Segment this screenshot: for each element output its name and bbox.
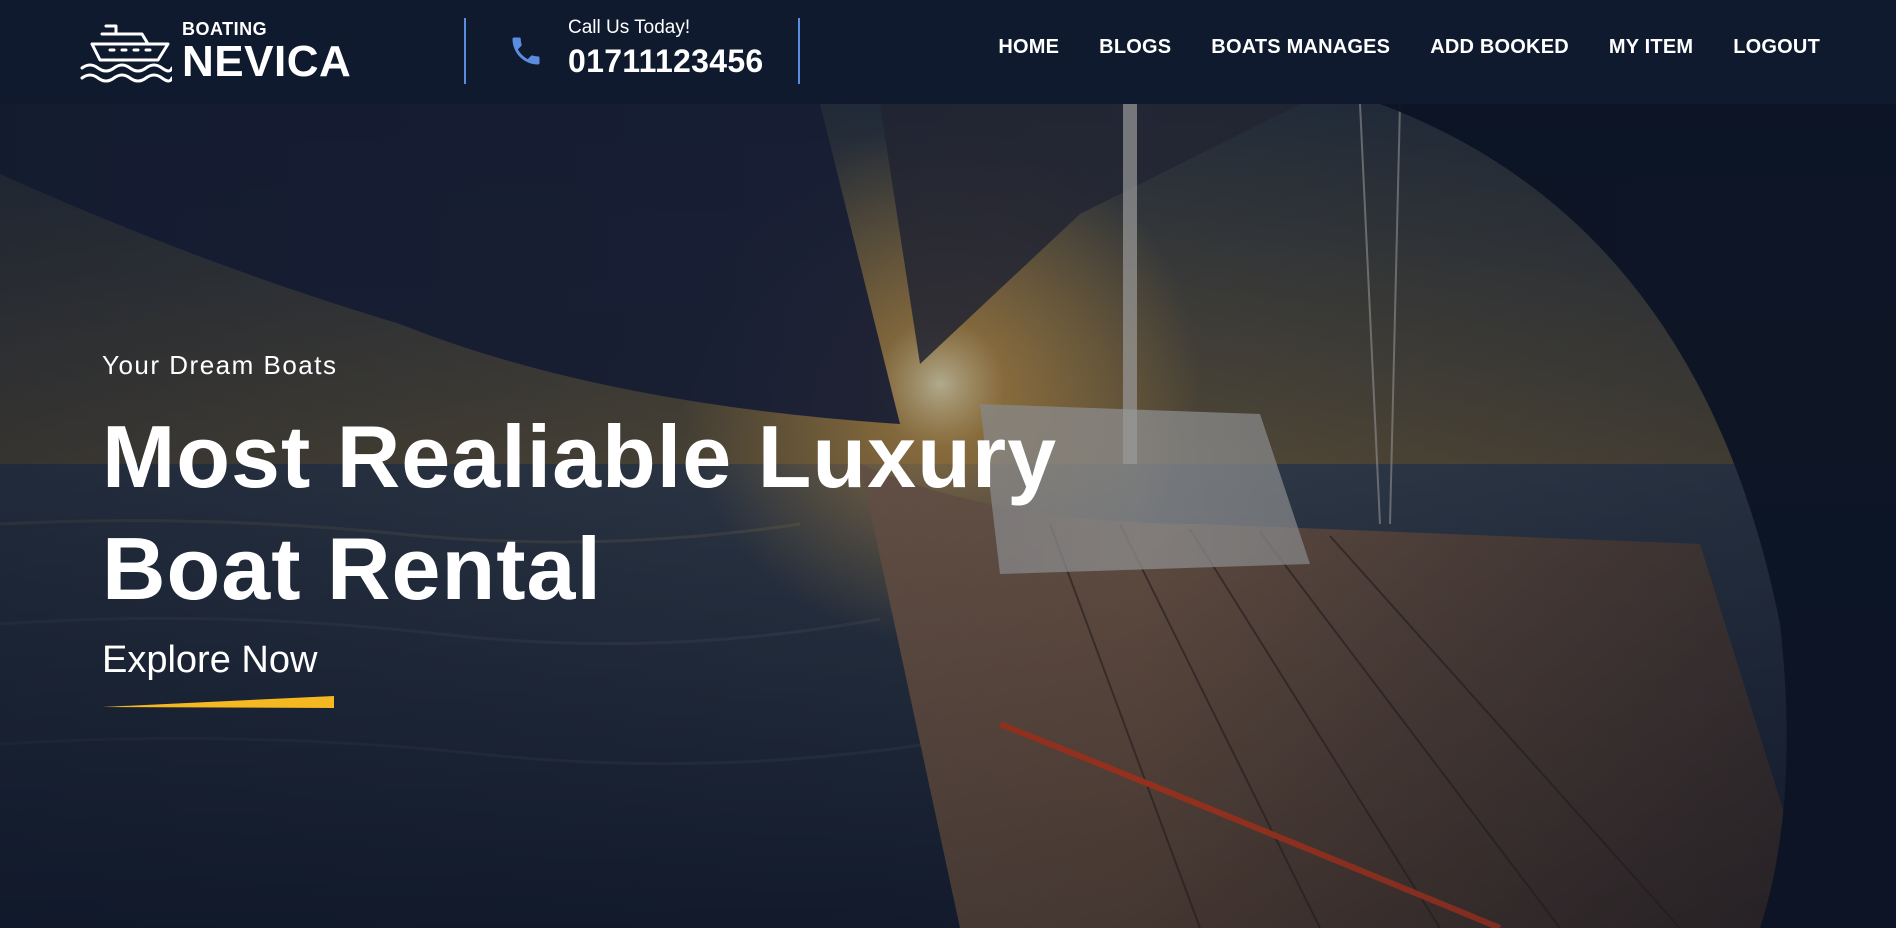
hero-title: Most Realiable Luxury Boat Rental <box>102 401 1202 625</box>
hero-title-line-2: Boat Rental <box>102 519 602 618</box>
brand-name: NEVICA <box>182 37 352 86</box>
brand-logo[interactable]: BOATING NEVICA <box>80 20 351 84</box>
brand-tagline: BOATING <box>182 19 268 39</box>
brand-text: BOATING NEVICA <box>182 20 351 84</box>
nav-boats-manages[interactable]: BOATS MANAGES <box>1211 36 1390 59</box>
ship-waves-icon <box>80 24 172 83</box>
top-navbar: BOATING NEVICA Call Us Today! 0171112345… <box>0 0 1896 104</box>
nav-home[interactable]: HOME <box>998 36 1059 59</box>
main-nav: HOME BLOGS BOATS MANAGES ADD BOOKED MY I… <box>998 36 1820 59</box>
header-divider <box>464 18 466 84</box>
contact-label: Call Us Today! <box>568 17 691 38</box>
nav-logout[interactable]: LOGOUT <box>1733 36 1820 59</box>
header-divider <box>798 18 800 84</box>
contact-phone[interactable]: 01711123456 <box>568 45 764 77</box>
phone-icon <box>512 37 540 65</box>
cta-underline <box>102 696 334 708</box>
hero-content: Your Dream Boats Most Realiable Luxury B… <box>102 350 1202 708</box>
nav-add-booked[interactable]: ADD BOOKED <box>1430 36 1569 59</box>
nav-my-item[interactable]: MY ITEM <box>1609 36 1693 59</box>
contact-block: Call Us Today! 01711123456 <box>568 18 764 77</box>
explore-now-link[interactable]: Explore Now <box>102 639 317 682</box>
hero-banner: Your Dream Boats Most Realiable Luxury B… <box>0 104 1896 928</box>
hero-title-line-1: Most Realiable Luxury <box>102 407 1058 506</box>
nav-blogs[interactable]: BLOGS <box>1099 36 1171 59</box>
hero-eyebrow: Your Dream Boats <box>102 350 338 380</box>
